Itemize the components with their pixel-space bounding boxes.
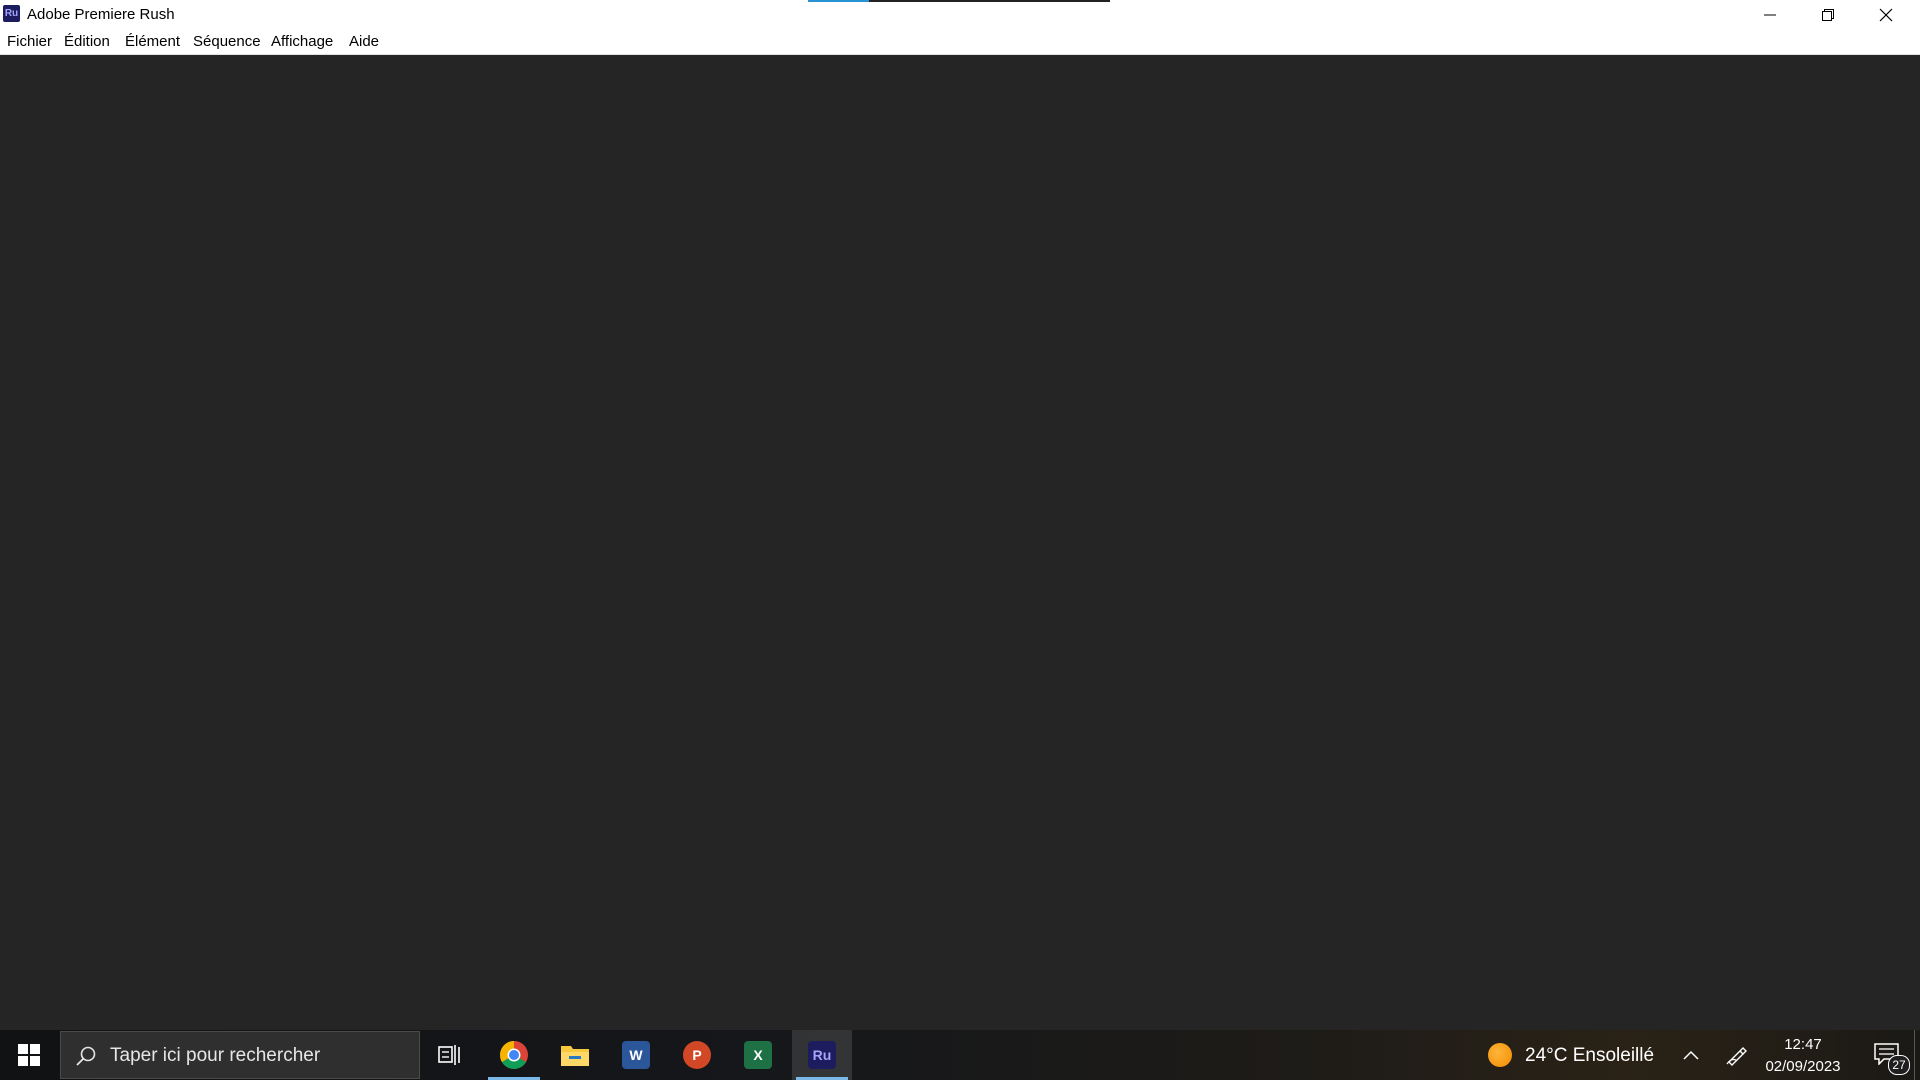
minimize-button[interactable] [1741, 0, 1799, 30]
menu-fichier[interactable]: Fichier [6, 33, 53, 50]
clock-date: 02/09/2023 [1765, 1058, 1841, 1075]
menu-edition[interactable]: Édition [63, 33, 111, 50]
menu-sequence[interactable]: Séquence [192, 33, 262, 50]
premiere-rush-app-icon: Ru [3, 5, 20, 22]
close-icon [1879, 8, 1893, 22]
task-view-icon [438, 1045, 460, 1065]
show-desktop-button[interactable] [1914, 1030, 1920, 1080]
taskbar-app-chrome[interactable] [484, 1030, 544, 1080]
taskbar-app-excel[interactable]: X [728, 1030, 788, 1080]
folder-icon [561, 1046, 589, 1066]
clock-time: 12:47 [1784, 1036, 1822, 1053]
taskbar-search-box[interactable]: Taper ici pour rechercher [60, 1031, 420, 1079]
app-content-area [0, 55, 1920, 1030]
powerpoint-icon: P [683, 1041, 711, 1069]
notification-count-badge: 27 [1888, 1055, 1910, 1075]
menu-affichage[interactable]: Affichage [270, 33, 334, 50]
pen-icon [1726, 1047, 1747, 1066]
restore-icon [1822, 9, 1834, 21]
window-title: Adobe Premiere Rush [27, 6, 175, 23]
chrome-icon [500, 1041, 528, 1069]
start-button[interactable] [0, 1030, 58, 1080]
menu-element[interactable]: Élément [124, 33, 181, 50]
windows-logo-icon [18, 1044, 40, 1066]
chevron-up-icon [1683, 1050, 1699, 1060]
menu-aide[interactable]: Aide [348, 33, 380, 50]
taskbar-clock[interactable]: 12:47 02/09/2023 [1760, 1034, 1846, 1078]
title-bar[interactable]: Ru Adobe Premiere Rush [0, 0, 1920, 30]
loading-indicator [808, 0, 1110, 2]
premiere-rush-window: Ru Adobe Premiere Rush Fichier Édition É… [0, 0, 1920, 1030]
task-view-button[interactable] [420, 1030, 480, 1080]
excel-icon: X [744, 1041, 772, 1069]
windows-taskbar: Taper ici pour rechercher W P X Ru 24°C … [0, 1030, 1920, 1080]
taskbar-app-word[interactable]: W [606, 1030, 666, 1080]
weather-widget[interactable]: 24°C Ensoleillé [1525, 1045, 1654, 1067]
pen-workspace-button[interactable] [1720, 1030, 1752, 1080]
show-hidden-icons-button[interactable] [1676, 1030, 1706, 1080]
taskbar-app-powerpoint[interactable]: P [667, 1030, 727, 1080]
search-icon [76, 1046, 96, 1066]
sun-icon[interactable] [1488, 1043, 1512, 1067]
close-button[interactable] [1857, 0, 1915, 30]
premiere-rush-icon: Ru [808, 1041, 836, 1069]
action-center-button[interactable]: 27 [1864, 1030, 1912, 1080]
minimize-icon [1764, 14, 1776, 16]
taskbar-app-file-explorer[interactable] [545, 1030, 605, 1080]
search-placeholder: Taper ici pour rechercher [110, 1045, 321, 1066]
restore-button[interactable] [1799, 0, 1857, 30]
word-icon: W [622, 1041, 650, 1069]
taskbar-app-premiere-rush[interactable]: Ru [792, 1030, 852, 1080]
menu-bar: Fichier Édition Élément Séquence Afficha… [0, 30, 1920, 55]
